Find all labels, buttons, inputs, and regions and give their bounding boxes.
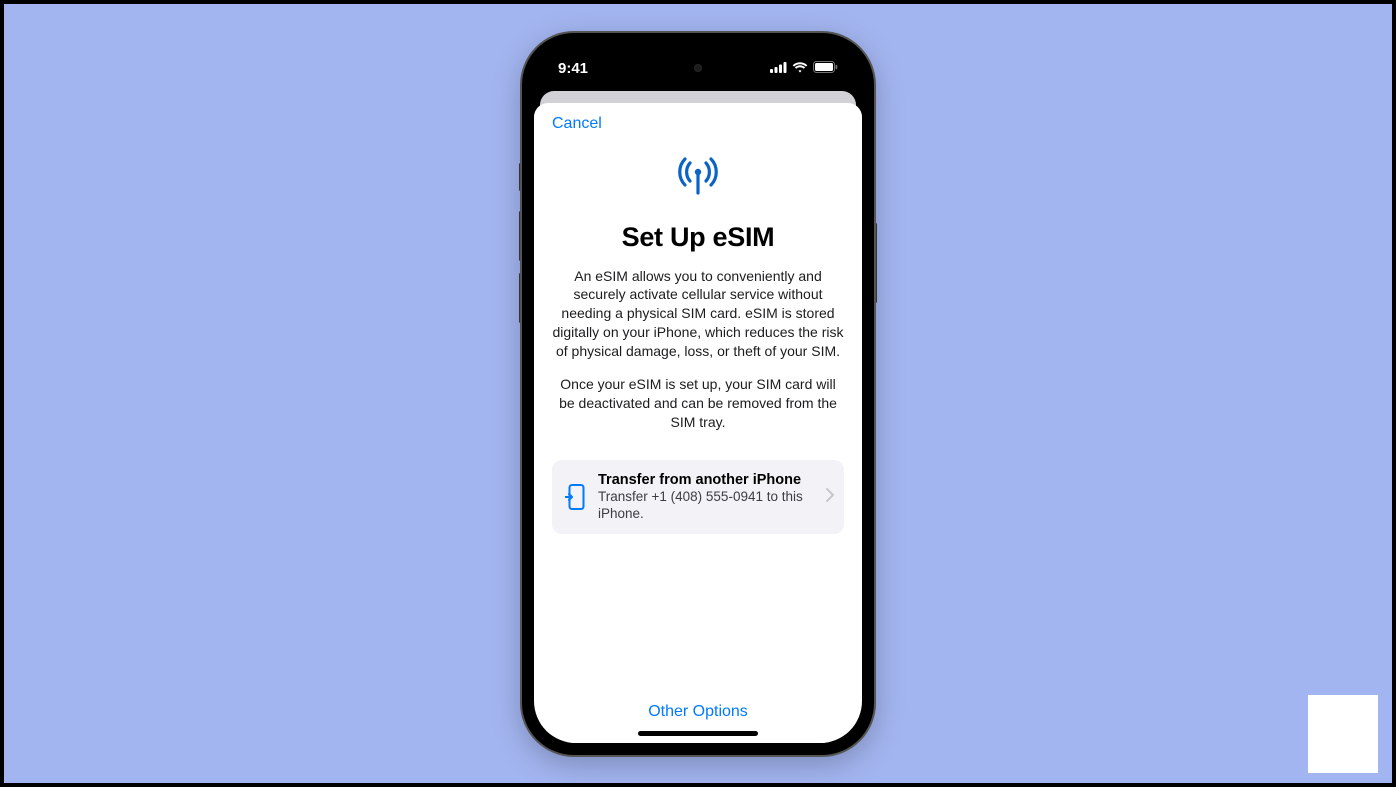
battery-icon: [813, 60, 838, 77]
front-camera-icon: [694, 64, 702, 72]
esim-setup-sheet: Cancel Set Up eSIM An eSIM al: [534, 103, 862, 743]
corner-overlay: [1308, 695, 1378, 773]
cellular-signal-icon: [770, 60, 787, 77]
wifi-icon: [792, 60, 808, 77]
transfer-from-iphone-option[interactable]: Transfer from another iPhone Transfer +1…: [552, 460, 844, 535]
dynamic-island: [643, 53, 753, 83]
page-title: Set Up eSIM: [552, 222, 844, 253]
description-paragraph-2: Once your eSIM is set up, your SIM card …: [552, 375, 844, 432]
status-time: 9:41: [558, 60, 588, 77]
transfer-sim-icon: [564, 484, 586, 510]
description-paragraph-1: An eSIM allows you to conveniently and s…: [552, 267, 844, 361]
home-indicator[interactable]: [638, 731, 758, 736]
iphone-screen: 9:41 Cancel: [534, 45, 862, 743]
option-title: Transfer from another iPhone: [598, 472, 814, 488]
cellular-antenna-icon: [675, 155, 721, 202]
cancel-button[interactable]: Cancel: [552, 115, 602, 133]
chevron-right-icon: [826, 488, 834, 507]
iphone-frame: 9:41 Cancel: [522, 33, 874, 755]
option-subtitle: Transfer +1 (408) 555-0941 to this iPhon…: [598, 489, 814, 523]
